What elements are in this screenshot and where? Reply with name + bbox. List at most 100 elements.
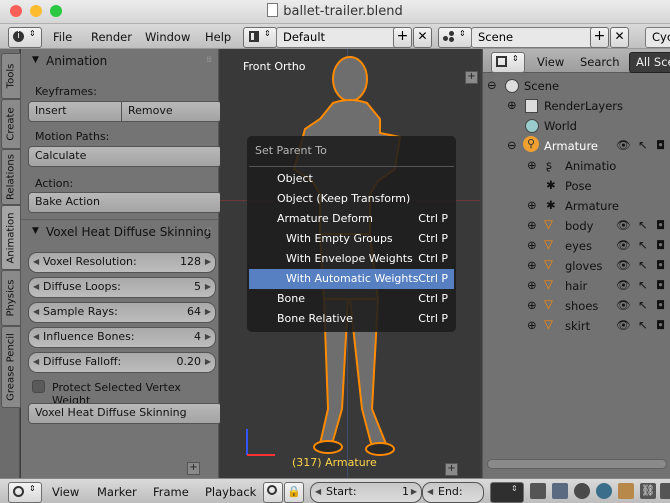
eye-icon[interactable]: 👁	[616, 278, 631, 292]
outliner-row-animation[interactable]: ⊕ ʂ Animatio	[483, 156, 670, 176]
menu-item-object[interactable]: Object	[249, 169, 454, 189]
add-icon[interactable]: +	[445, 463, 458, 476]
outliner-row-armature[interactable]: ⊖ ⚲ Armature 👁 ↖ ◘	[483, 136, 670, 156]
constraint-icon[interactable]: ⛓	[640, 483, 656, 499]
expand-icon[interactable]: ⊕	[527, 298, 537, 312]
outliner-display-mode[interactable]: All Sce	[629, 52, 670, 73]
arrow-left-icon[interactable]: ◀	[33, 353, 39, 371]
arrow-right-icon[interactable]: ▶	[205, 253, 211, 271]
expand-icon[interactable]: ⊕	[527, 258, 537, 272]
end-frame-field[interactable]: ◀ End:	[422, 482, 484, 503]
modifier-icon[interactable]	[660, 483, 670, 499]
select-arrow-icon[interactable]: ↖	[638, 318, 648, 332]
expand-icon[interactable]: ⊕	[527, 158, 537, 172]
expand-icon[interactable]: ⊕	[527, 198, 537, 212]
arrow-left-icon[interactable]: ◀	[33, 303, 39, 321]
outliner-view-menu[interactable]: View	[537, 55, 564, 69]
arrow-left-icon[interactable]: ◀	[315, 483, 321, 501]
eye-icon[interactable]: 👁	[616, 258, 631, 272]
eye-icon[interactable]: 👁	[616, 318, 631, 332]
menu-item-bone-relative[interactable]: Bone Relative Ctrl P	[249, 309, 454, 329]
world-props-icon[interactable]	[596, 483, 612, 499]
render-camera-icon[interactable]: ◘	[656, 298, 665, 312]
select-arrow-icon[interactable]: ↖	[638, 138, 648, 152]
collapse-icon[interactable]: ⊖	[507, 138, 517, 152]
arrow-left-icon[interactable]: ◀	[33, 328, 39, 346]
outliner-bottom-editor-button[interactable]: ⇕	[490, 482, 524, 503]
menu-item-envelope-weights[interactable]: With Envelope Weights Ctrl P	[249, 249, 454, 269]
timeline-marker-menu[interactable]: Marker	[97, 485, 137, 499]
diffuse-falloff-field[interactable]: ◀ Diffuse Falloff: 0.20 ▶	[28, 352, 216, 373]
arrow-right-icon[interactable]: ▶	[411, 483, 417, 501]
scene-browse-button[interactable]: ⇕	[438, 27, 472, 48]
arrow-right-icon[interactable]: ▶	[205, 328, 211, 346]
lock-icon[interactable]: 🔒	[284, 482, 304, 503]
tab-tools[interactable]: Tools	[1, 53, 21, 99]
tab-animation[interactable]: Animation	[1, 205, 21, 270]
arrow-left-icon[interactable]: ◀	[427, 483, 433, 501]
render-engine-dropdown[interactable]: Cyc	[645, 27, 670, 48]
menu-file[interactable]: File	[53, 30, 72, 44]
autokey-icon[interactable]	[263, 482, 283, 503]
timeline-view-menu[interactable]: View	[52, 485, 79, 499]
sample-rays-field[interactable]: ◀ Sample Rays: 64 ▶	[28, 302, 216, 323]
outliner-row-body[interactable]: ⊕ ▽ body 👁 ↖ ◘	[483, 216, 670, 236]
menu-window[interactable]: Window	[145, 30, 190, 44]
voxel-skinning-button[interactable]: Voxel Heat Diffuse Skinning	[28, 403, 222, 424]
eye-icon[interactable]: 👁	[616, 298, 631, 312]
diffuse-loops-field[interactable]: ◀ Diffuse Loops: 5 ▶	[28, 277, 216, 298]
arrow-right-icon[interactable]: ▶	[205, 353, 211, 371]
tab-create[interactable]: Create	[1, 99, 21, 149]
timeline-frame-menu[interactable]: Frame	[153, 485, 189, 499]
select-arrow-icon[interactable]: ↖	[638, 258, 648, 272]
drag-grip-icon[interactable]: ⁞⁞⁞	[206, 55, 212, 64]
add-icon[interactable]: +	[187, 462, 200, 475]
arrow-left-icon[interactable]: ◀	[33, 278, 39, 296]
eye-icon[interactable]: 👁	[616, 238, 631, 252]
calculate-button[interactable]: Calculate	[28, 146, 222, 167]
outliner-row-hair[interactable]: ⊕ ▽ hair 👁 ↖ ◘	[483, 276, 670, 296]
select-arrow-icon[interactable]: ↖	[638, 278, 648, 292]
expand-icon[interactable]: ⊕	[507, 98, 517, 112]
scene-props-icon[interactable]	[574, 483, 590, 499]
outliner-row-shoes[interactable]: ⊕ ▽ shoes 👁 ↖ ◘	[483, 296, 670, 316]
render-camera-icon[interactable]: ◘	[656, 258, 665, 272]
bake-action-button[interactable]: Bake Action	[28, 192, 222, 213]
select-arrow-icon[interactable]: ↖	[638, 218, 648, 232]
influence-bones-field[interactable]: ◀ Influence Bones: 4 ▶	[28, 327, 216, 348]
select-arrow-icon[interactable]: ↖	[638, 238, 648, 252]
scene-field[interactable]: Scene	[471, 27, 595, 48]
screen-layout-browse-button[interactable]: ⇕	[243, 27, 277, 48]
tab-relations[interactable]: Relations	[1, 149, 21, 205]
outliner-row-renderlayers[interactable]: ⊕ RenderLayers	[483, 96, 670, 116]
menu-help[interactable]: Help	[205, 30, 231, 44]
menu-render[interactable]: Render	[91, 30, 132, 44]
tab-grease-pencil[interactable]: Grease Pencil	[1, 326, 21, 408]
horizontal-scrollbar[interactable]	[487, 459, 667, 469]
render-camera-icon[interactable]: ◘	[656, 278, 665, 292]
outliner-editor-type-button[interactable]: ⇕	[491, 52, 525, 73]
remove-keyframe-button[interactable]: Remove	[121, 101, 222, 122]
editor-type-button[interactable]: i ⇕	[8, 27, 42, 48]
render-camera-icon[interactable]: ◘	[656, 138, 665, 152]
outliner-row-gloves[interactable]: ⊕ ▽ gloves 👁 ↖ ◘	[483, 256, 670, 276]
object-props-icon[interactable]	[618, 483, 634, 499]
remove-scene-icon[interactable]: ✕	[610, 27, 629, 48]
outliner-row-eyes[interactable]: ⊕ ▽ eyes 👁 ↖ ◘	[483, 236, 670, 256]
render-camera-icon[interactable]: ◘	[656, 318, 665, 332]
menu-item-automatic-weights[interactable]: With Automatic Weights Ctrl P	[249, 269, 454, 289]
remove-layout-icon[interactable]: ✕	[413, 27, 432, 48]
outliner-search-menu[interactable]: Search	[580, 55, 620, 69]
expand-icon[interactable]: ⊕	[527, 218, 537, 232]
layers-icon[interactable]	[552, 483, 568, 499]
eye-icon[interactable]: 👁	[616, 138, 631, 152]
menu-item-object-keep-transform[interactable]: Object (Keep Transform)	[249, 189, 454, 209]
start-frame-field[interactable]: ◀ Start: 1 ▶	[310, 482, 422, 503]
voxel-panel-header[interactable]: ▼ Voxel Heat Diffuse Skinning ⁞⁞⁞	[21, 222, 219, 244]
arrow-right-icon[interactable]: ▶	[205, 303, 211, 321]
timeline-editor-type-button[interactable]: ⇕	[8, 482, 42, 503]
menu-item-bone[interactable]: Bone Ctrl P	[249, 289, 454, 309]
select-arrow-icon[interactable]: ↖	[638, 298, 648, 312]
render-camera-icon[interactable]: ◘	[656, 238, 665, 252]
arrow-right-icon[interactable]: ▶	[205, 278, 211, 296]
